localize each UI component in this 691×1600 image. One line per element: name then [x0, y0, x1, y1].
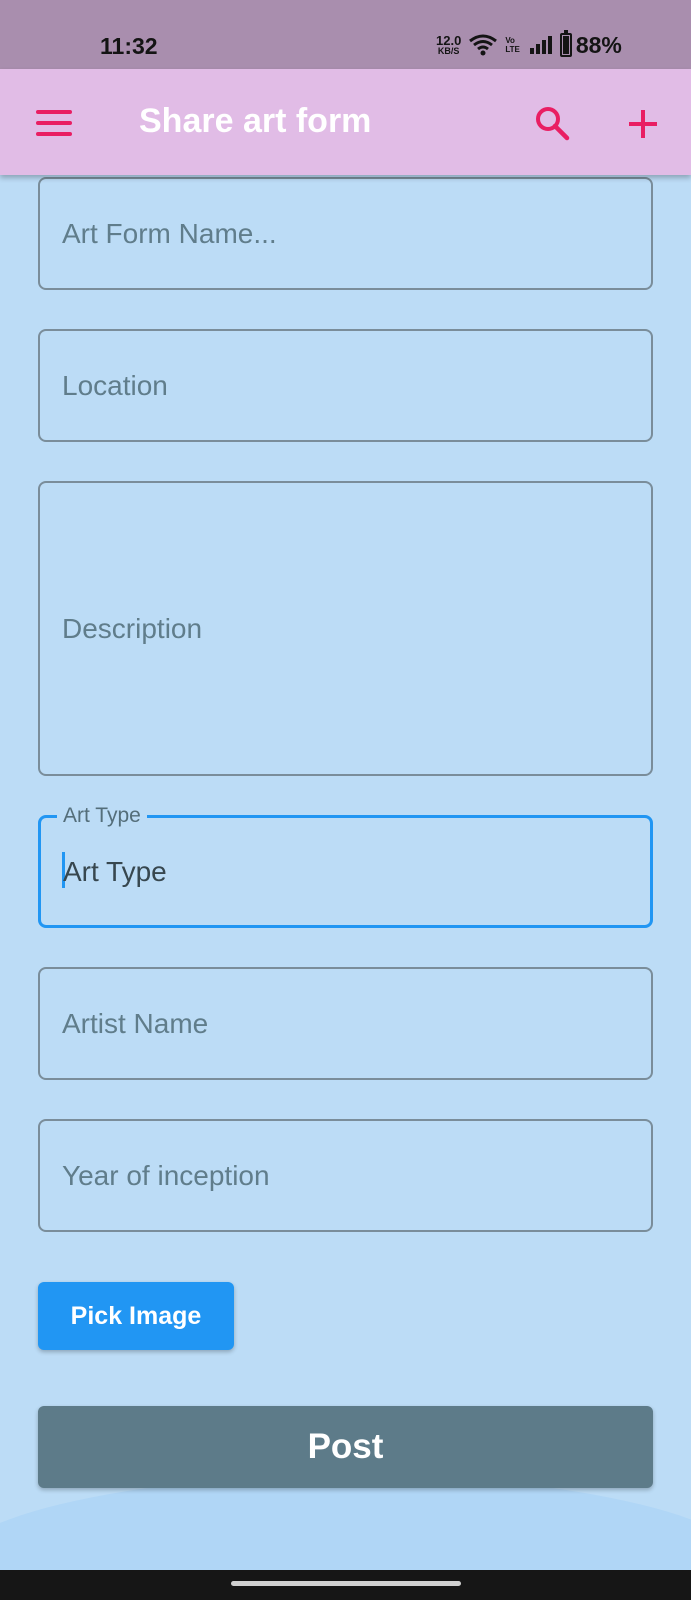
- status-time: 11:32: [100, 33, 158, 59]
- description-input[interactable]: [62, 483, 635, 774]
- post-button[interactable]: Post: [38, 1406, 653, 1488]
- art-form-name-input[interactable]: [62, 179, 635, 288]
- battery-icon: [559, 30, 572, 57]
- battery-fill: [562, 36, 569, 54]
- network-speed: 12.0 KB/S: [436, 34, 461, 56]
- app-bar: Share art form: [0, 69, 691, 175]
- wifi-icon: [469, 34, 498, 56]
- battery-percent: 88%: [575, 31, 622, 58]
- system-nav-bar: [0, 1570, 691, 1600]
- menu-icon[interactable]: [36, 110, 72, 136]
- volte-top: Vo: [505, 36, 515, 45]
- pick-image-button[interactable]: Pick Image: [38, 1282, 234, 1350]
- year-of-inception-field: [38, 1119, 653, 1232]
- home-gesture-handle[interactable]: [231, 1581, 461, 1586]
- search-icon[interactable]: [534, 105, 570, 141]
- status-bar: 11:32 12.0 KB/S Vo LTE 88%: [0, 0, 691, 69]
- add-icon[interactable]: [626, 107, 660, 141]
- art-form-name-field: [38, 177, 653, 290]
- location-input[interactable]: [62, 331, 635, 440]
- description-field: [38, 481, 653, 776]
- art-type-field: Art Type: [38, 804, 653, 928]
- art-type-input[interactable]: [63, 818, 634, 925]
- year-of-inception-input[interactable]: [62, 1121, 635, 1230]
- network-speed-unit: KB/S: [437, 46, 460, 56]
- volte-bottom: LTE: [505, 45, 520, 54]
- volte-indicator: Vo LTE: [505, 36, 520, 54]
- signal-icon: [529, 36, 554, 54]
- artist-name-field: [38, 967, 653, 1080]
- artist-name-input[interactable]: [62, 969, 635, 1078]
- page-title: Share art form: [139, 102, 372, 140]
- location-field: [38, 329, 653, 442]
- status-indicators: 12.0 KB/S Vo LTE 88%: [436, 30, 622, 60]
- share-art-form-screen: 11:32 12.0 KB/S Vo LTE 88% Share art for…: [0, 0, 691, 1600]
